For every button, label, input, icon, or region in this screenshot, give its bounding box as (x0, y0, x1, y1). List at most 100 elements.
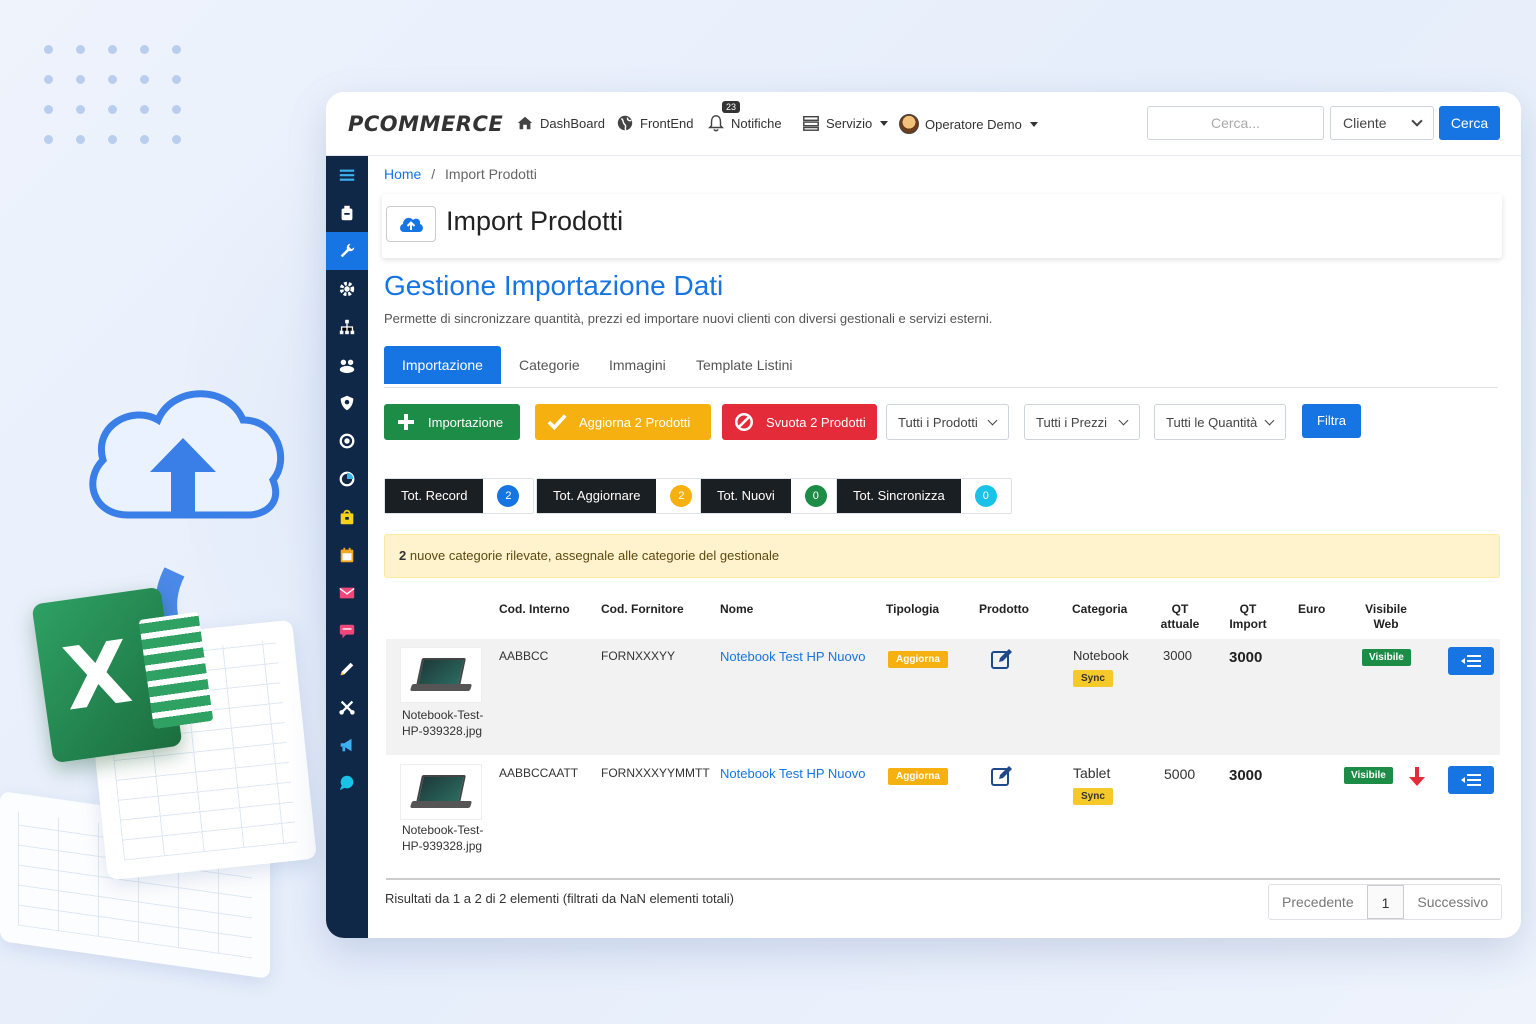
sidebar-item-edit[interactable] (326, 650, 368, 688)
column-header-nome[interactable]: Nome (720, 602, 753, 617)
filter-quantities-select[interactable]: Tutti le Quantità (1154, 404, 1286, 440)
alert-count: 2 (399, 548, 407, 563)
import-illustration: X (0, 380, 330, 1000)
column-header-categoria[interactable]: Categoria (1072, 602, 1127, 617)
sidebar-item-support[interactable] (326, 764, 368, 802)
pencil-icon (340, 662, 354, 676)
nav-servizio-dropdown[interactable]: Servizio (802, 114, 889, 132)
column-header-cod-fornitore[interactable]: Cod. Fornitore (601, 602, 684, 617)
cod-fornitore-cell: FORNXXXYY (601, 649, 676, 663)
sidebar-item-target[interactable] (326, 422, 368, 460)
sidebar-item-users[interactable] (326, 346, 368, 384)
column-header-qt-import[interactable]: QT Import (1228, 602, 1268, 632)
update-products-label: Aggiorna 2 Prodotti (579, 414, 691, 430)
product-name-link[interactable]: Notebook Test HP Nuovo (720, 766, 866, 781)
tab-template-listini[interactable]: Template Listini (678, 346, 811, 384)
column-header-visibile-web[interactable]: Visibile Web (1363, 602, 1409, 632)
nav-operatore-label: Operatore Demo (925, 116, 1022, 132)
pagination-previous[interactable]: Precedente (1269, 885, 1367, 919)
pagination-next[interactable]: Successivo (1404, 885, 1501, 919)
sidebar-item-calendar[interactable] (326, 536, 368, 574)
bell-icon (707, 115, 725, 132)
caret-down-icon (1029, 121, 1038, 127)
cloud-upload-icon (400, 217, 423, 232)
page-title: Import Prodotti (446, 206, 624, 236)
row-action-button[interactable] (1448, 766, 1494, 794)
sidebar-item-reports[interactable] (326, 460, 368, 498)
header-line: Import (1229, 617, 1267, 631)
sidebar-item-settings[interactable] (326, 270, 368, 308)
tab-categorie[interactable]: Categorie (501, 346, 598, 384)
client-select[interactable]: Cliente (1330, 106, 1434, 140)
globe-icon (617, 115, 633, 131)
header-line: Web (1373, 617, 1399, 631)
sync-badge: Sync (1073, 670, 1113, 687)
product-name-link[interactable]: Notebook Test HP Nuovo (720, 649, 866, 664)
tab-immagini[interactable]: Immagini (591, 346, 684, 384)
row-action-button[interactable] (1448, 647, 1494, 675)
sidebar-item-shop[interactable] (326, 498, 368, 536)
chevron-down-icon (987, 415, 998, 426)
cod-interno-cell: AABBCCAATT (499, 766, 579, 780)
column-header-prodotto[interactable]: Prodotto (979, 602, 1029, 617)
pagination-page-1[interactable]: 1 (1366, 885, 1405, 919)
tools-icon (339, 700, 355, 715)
column-header-tipologia[interactable]: Tipologia (886, 602, 939, 617)
tipologia-badge: Aggiorna (888, 651, 948, 668)
categoria-cell: Notebook (1073, 648, 1129, 663)
page-header-icon-box (386, 206, 436, 242)
filename-line: Notebook-Test- (402, 823, 484, 837)
column-header-euro[interactable]: Euro (1298, 602, 1325, 617)
column-header-cod-interno[interactable]: Cod. Interno (499, 602, 570, 617)
breadcrumb: Home / Import Prodotti (384, 166, 537, 182)
list-indent-icon (1461, 774, 1481, 786)
product-thumbnail[interactable] (400, 647, 482, 703)
filter-prices-select[interactable]: Tutti i Prezzi (1024, 404, 1140, 440)
sidebar-item-messages[interactable] (326, 612, 368, 650)
sidebar-item-tools-active[interactable] (326, 232, 368, 270)
edit-icon[interactable] (990, 764, 1014, 788)
sidebar-item-tools[interactable] (326, 688, 368, 726)
counter-label: Tot. Sincronizza (837, 479, 961, 513)
sidebar-item-security[interactable] (326, 384, 368, 422)
sidebar-item-mail[interactable] (326, 574, 368, 612)
breadcrumb-home-link[interactable]: Home (384, 166, 421, 182)
counter-label: Tot. Nuovi (701, 479, 791, 513)
column-header-qt-attuale[interactable]: QT attuale (1160, 602, 1200, 632)
update-products-button[interactable]: Aggiorna 2 Prodotti (535, 404, 711, 440)
table-row[interactable]: Notebook-Test- HP-939328.jpg AABBCC FORN… (386, 639, 1500, 755)
header-line: Visibile (1365, 602, 1407, 616)
sidebar-item-marketing[interactable] (326, 726, 368, 764)
brand-logo[interactable]: PCOMMERCE (348, 112, 503, 136)
users-icon (339, 359, 355, 374)
nav-operatore-dropdown[interactable]: Operatore Demo (899, 114, 1038, 134)
server-icon (803, 115, 819, 131)
sidebar-menu-toggle[interactable] (326, 156, 368, 194)
sidebar-item-structure[interactable] (326, 308, 368, 346)
sidebar-item-inventory[interactable] (326, 194, 368, 232)
filter-products-select[interactable]: Tutti i Prodotti (886, 404, 1009, 440)
counter-value-badge: 0 (974, 485, 997, 507)
import-button[interactable]: Importazione (384, 404, 520, 440)
nav-notifiche[interactable]: Notifiche (707, 114, 782, 132)
nav-frontend[interactable]: FrontEnd (616, 114, 693, 132)
nav-dashboard-label: DashBoard (540, 115, 606, 131)
main-content: Home / Import Prodotti Import Prodotti G… (368, 156, 1521, 938)
cod-fornitore-cell: FORNXXXYYMMTT (601, 766, 710, 780)
edit-icon[interactable] (990, 647, 1014, 671)
product-thumbnail[interactable] (400, 764, 482, 820)
search-button[interactable]: Cerca (1439, 106, 1500, 140)
filter-prices-value: Tutti i Prezzi (1036, 415, 1108, 430)
nav-dashboard[interactable]: DashBoard (516, 114, 605, 132)
qt-import-cell: 3000 (1229, 767, 1263, 784)
sync-badge: Sync (1073, 788, 1113, 805)
filter-button[interactable]: Filtra (1302, 404, 1361, 438)
counter-value-badge: 2 (670, 485, 693, 507)
breadcrumb-separator: / (431, 166, 436, 182)
counter-tot-record: Tot. Record 2 (384, 478, 535, 514)
chevron-down-icon (1264, 415, 1275, 426)
table-row[interactable]: Notebook-Test- HP-939328.jpg AABBCCAATT … (386, 756, 1500, 876)
tab-importazione[interactable]: Importazione (384, 346, 501, 384)
search-input[interactable] (1147, 106, 1324, 140)
clear-products-button[interactable]: Svuota 2 Prodotti (722, 404, 877, 440)
